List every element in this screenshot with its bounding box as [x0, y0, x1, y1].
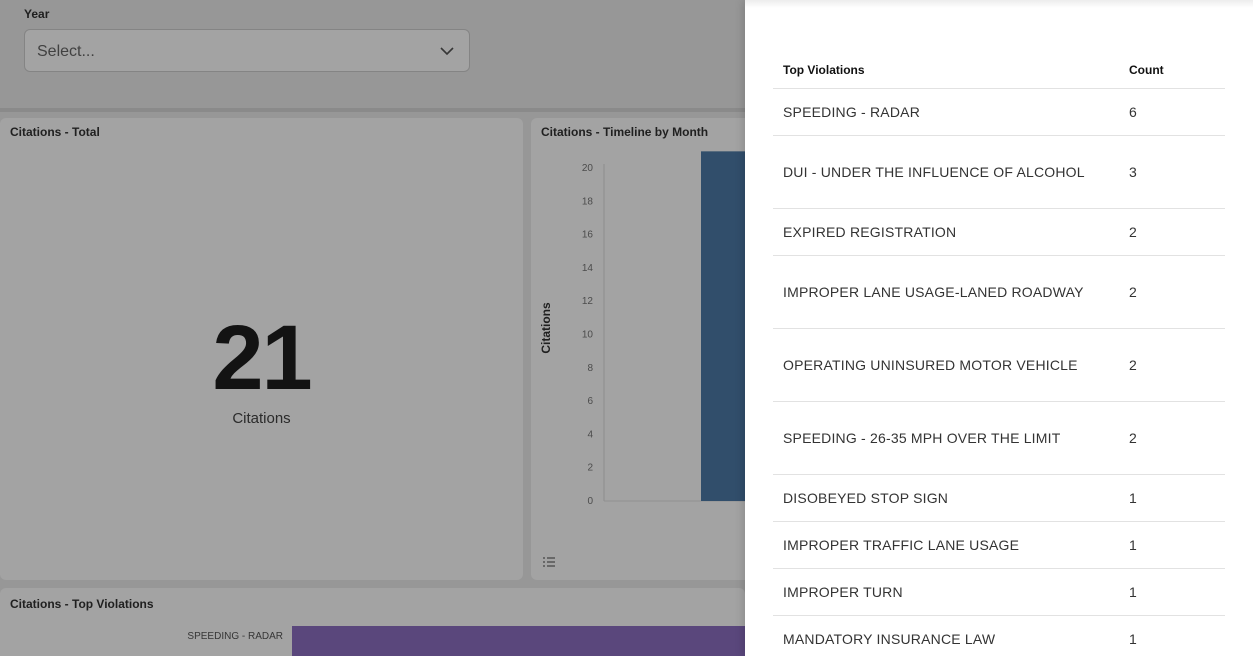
year-select[interactable]: Select... [24, 29, 470, 72]
violation-name: IMPROPER TRAFFIC LANE USAGE [783, 537, 1020, 553]
violation-count: 3 [1129, 164, 1137, 180]
violation-name: EXPIRED REGISTRATION [783, 224, 957, 240]
panel-title: Citations - Top Violations [10, 597, 154, 611]
violation-name: MANDATORY INSURANCE LAW [783, 631, 996, 647]
table-row[interactable]: SPEEDING - RADAR 6 [773, 88, 1225, 135]
violation-count: 1 [1129, 631, 1137, 647]
y-tick-label: 10 [582, 330, 594, 341]
citations-top-violations-panel: Citations - Top Violations SPEEDING - RA… [0, 588, 745, 656]
list-icon[interactable] [543, 557, 555, 567]
y-tick-label: 8 [587, 363, 593, 374]
panel-title: Citations - Total [10, 125, 100, 139]
y-tick-label: 14 [582, 263, 594, 274]
y-axis-label: Citations [539, 302, 553, 354]
violation-count: 6 [1129, 104, 1137, 120]
column-header-count[interactable]: Count [1129, 63, 1164, 77]
dashboard-background: Year Select... Citations - Total 21 Cita… [0, 0, 745, 656]
timeline-bar[interactable] [701, 151, 745, 501]
total-citations-unit: Citations [232, 410, 291, 427]
chevron-down-icon [440, 47, 454, 56]
y-tick-label: 0 [587, 496, 593, 507]
bar-category-label: SPEEDING - RADAR [187, 631, 283, 642]
violation-name: SPEEDING - RADAR [783, 104, 920, 120]
violations-table-body: SPEEDING - RADAR 6 DUI - UNDER THE INFLUEN… [773, 88, 1225, 656]
table-row[interactable]: MANDATORY INSURANCE LAW 1 [773, 615, 1225, 656]
y-tick-label: 4 [587, 429, 593, 440]
violation-name: DUI - UNDER THE INFLUENCE OF ALCOHOL [783, 164, 1085, 180]
table-row[interactable]: DUI - UNDER THE INFLUENCE OF ALCOHOL 3 [773, 135, 1225, 208]
violation-name: OPERATING UNINSURED MOTOR VEHICLE [783, 357, 1078, 373]
violation-count: 1 [1129, 537, 1137, 553]
year-select-placeholder: Select... [37, 43, 95, 60]
section-divider [0, 108, 745, 112]
table-row[interactable]: OPERATING UNINSURED MOTOR VEHICLE 2 [773, 328, 1225, 401]
violation-count: 1 [1129, 490, 1137, 506]
y-tick-label: 20 [582, 163, 594, 174]
table-row[interactable]: DISOBEYED STOP SIGN 1 [773, 474, 1225, 521]
citations-timeline-panel: Citations - Timeline by Month 20 18 16 14 12… [531, 118, 745, 580]
violation-name: IMPROPER LANE USAGE-LANED ROADWAY [783, 284, 1084, 300]
y-tick-label: 6 [587, 396, 593, 407]
table-row[interactable]: IMPROPER LANE USAGE-LANED ROADWAY 2 [773, 255, 1225, 328]
table-row[interactable]: IMPROPER TURN 1 [773, 568, 1225, 615]
year-filter-label: Year [24, 7, 50, 21]
timeline-chart: 20181614121086420 Citations [539, 151, 745, 567]
violation-name: SPEEDING - 26-35 MPH OVER THE LIMIT [783, 430, 1061, 446]
violation-count: 1 [1129, 584, 1137, 600]
column-header-violation[interactable]: Top Violations [783, 63, 865, 77]
violation-name: IMPROPER TURN [783, 584, 903, 600]
violation-count: 2 [1129, 284, 1137, 300]
violation-count: 2 [1129, 357, 1137, 373]
violation-count: 2 [1129, 430, 1137, 446]
y-tick-label: 12 [582, 296, 594, 307]
citations-total-panel: Citations - Total 21 Citations [0, 118, 523, 580]
top-violations-flyout: Top Violations Count SPEEDING - RADAR 6 DU… [745, 0, 1253, 656]
table-row[interactable]: EXPIRED REGISTRATION 2 [773, 208, 1225, 255]
y-tick-label: 18 [582, 196, 594, 207]
flyout-top-shadow [745, 0, 1253, 8]
violation-bar[interactable] [292, 626, 745, 656]
violation-name: DISOBEYED STOP SIGN [783, 490, 949, 506]
table-row[interactable]: IMPROPER TRAFFIC LANE USAGE 1 [773, 521, 1225, 568]
y-tick-label: 2 [587, 463, 593, 474]
table-row[interactable]: SPEEDING - 26-35 MPH OVER THE LIMIT 2 [773, 401, 1225, 474]
y-tick-label: 16 [582, 230, 594, 241]
total-citations-value: 21 [212, 307, 312, 409]
violation-count: 2 [1129, 224, 1137, 240]
